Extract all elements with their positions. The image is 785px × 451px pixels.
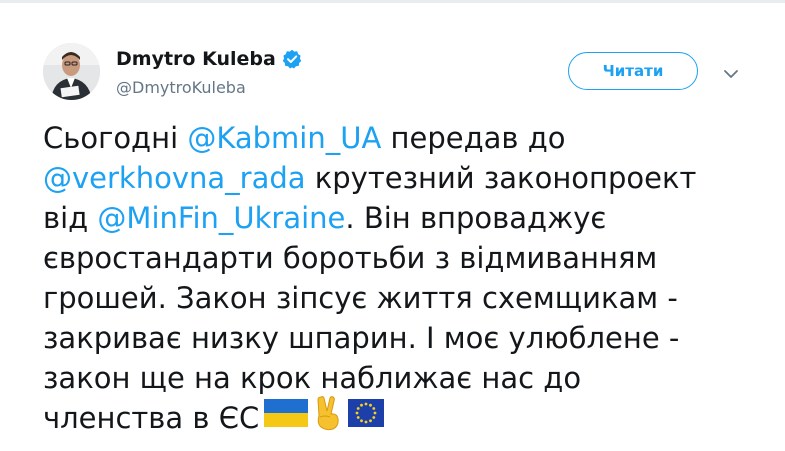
mention-link-rada[interactable]: @verkhovna_rada	[43, 158, 306, 198]
tweet-line-7: закон ще на крок наближає нас до	[43, 361, 582, 395]
verified-badge-icon	[282, 49, 302, 69]
tweet-line-1: Сьогодні @Kabmin_UA передав до	[43, 118, 763, 158]
tweet-line-6: закриває низку шпарин. І моє улюблене -	[43, 321, 680, 355]
tweet-line-5: грошей. Закон зіпсує життя схемщикам -	[43, 281, 678, 315]
text-segment: передав до	[381, 121, 566, 155]
author-name[interactable]: Dmytro Kuleba	[116, 48, 276, 70]
tweet-line-2: @verkhovna_rada крутезний законопроект	[43, 158, 763, 198]
ukraine-flag-icon	[263, 398, 309, 438]
eu-flag-icon	[347, 398, 385, 438]
chevron-down-icon[interactable]	[722, 66, 740, 80]
mention-link-minfin[interactable]: @MinFin_Ukraine	[97, 198, 345, 238]
avatar[interactable]	[43, 43, 100, 100]
mention-link-kabmin[interactable]: @Kabmin_UA	[187, 118, 381, 158]
tweet-line-3: від @MinFin_Ukraine. Він впроваджує	[43, 198, 763, 238]
text-segment: членства в ЄС	[43, 401, 260, 435]
text-segment: від	[43, 201, 98, 235]
author-handle[interactable]: @DmytroKuleba	[116, 78, 246, 97]
profile-photo-icon	[43, 43, 100, 100]
top-divider	[0, 0, 785, 3]
tweet-line-8: членства в ЄС	[43, 395, 763, 441]
author-name-row[interactable]: Dmytro Kuleba	[116, 48, 302, 70]
text-segment: . Він впроваджує	[345, 201, 607, 235]
victory-hand-icon	[313, 395, 343, 441]
tweet-text: Сьогодні @Kabmin_UA передав до @verkhovn…	[43, 118, 763, 438]
tweet-line-4: євростандарти боротьби з відмиванням	[43, 241, 658, 275]
text-segment: крутезний законопроект	[305, 161, 697, 195]
text-segment: Сьогодні	[43, 121, 188, 155]
follow-button[interactable]: Читати	[568, 52, 698, 90]
